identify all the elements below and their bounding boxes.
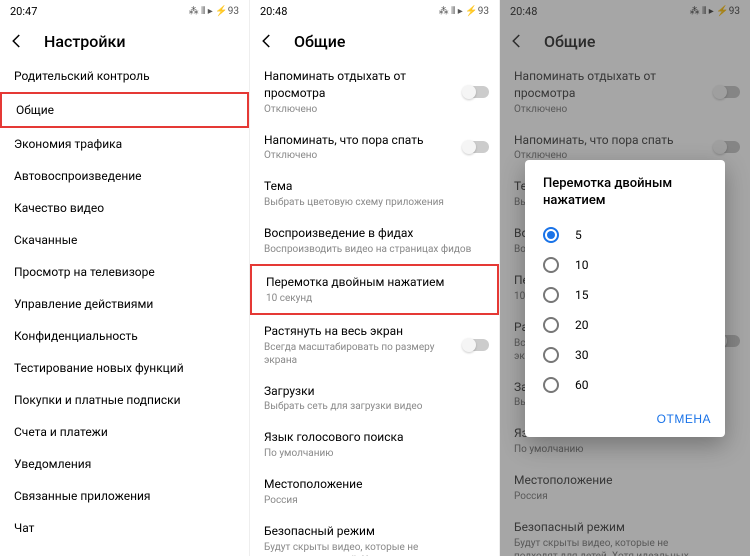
general-item[interactable]: Язык голосового поискаПо умолчанию: [250, 421, 499, 468]
settings-item[interactable]: Чат: [0, 512, 249, 544]
settings-item[interactable]: Уведомления: [0, 448, 249, 480]
status-icons: ⁂ ⫴ ▸ ⚡93: [189, 6, 239, 17]
item-subtitle: По умолчанию: [264, 447, 485, 460]
item-subtitle: Всегда масштабировать по размеру экрана: [264, 341, 455, 367]
settings-list: Родительский контроль Общие Экономия тра…: [0, 60, 249, 544]
general-item[interactable]: Напоминать, что пора спатьОтключено: [250, 124, 499, 171]
clock: 20:47: [10, 5, 37, 18]
radio-option[interactable]: 5: [525, 220, 725, 250]
settings-item[interactable]: Счета и платежи: [0, 416, 249, 448]
radio-option[interactable]: 60: [525, 370, 725, 400]
settings-item[interactable]: Родительский контроль: [0, 60, 249, 92]
item-subtitle: Россия: [264, 494, 485, 507]
status-bar: 20:47 ⁂ ⫴ ▸ ⚡93: [0, 0, 249, 22]
radio-option[interactable]: 20: [525, 310, 725, 340]
item-subtitle: Выбрать сеть для загрузки видео: [264, 400, 485, 413]
item-subtitle: Отключено: [264, 103, 455, 116]
dialog-title: Перемотка двойным нажатием: [525, 176, 725, 220]
page-title: Общие: [294, 32, 345, 51]
item-title: Тема: [264, 178, 485, 195]
header: Настройки: [0, 22, 249, 60]
settings-item[interactable]: Тестирование новых функций: [0, 352, 249, 384]
radio-icon: [543, 347, 559, 363]
general-item[interactable]: МестоположениеРоссия: [250, 468, 499, 515]
item-subtitle: 10 секунд: [266, 292, 483, 305]
radio-label: 10: [575, 258, 589, 272]
settings-item[interactable]: Качество видео: [0, 192, 249, 224]
item-title: Напоминать отдыхать от просмотра: [264, 68, 455, 102]
item-subtitle: Воспроизводить видео на страницах фидов: [264, 243, 485, 256]
settings-item[interactable]: Экономия трафика: [0, 128, 249, 160]
general-item[interactable]: ТемаВыбрать цветовую схему приложения: [250, 170, 499, 217]
screen-general-dialog: 20:48 ⁂ ⫴ ▸ ⚡93 Общие Напоминать отдыхат…: [500, 0, 750, 556]
settings-item[interactable]: Конфиденциальность: [0, 320, 249, 352]
radio-option[interactable]: 15: [525, 280, 725, 310]
toggle-switch[interactable]: [463, 141, 489, 153]
general-item[interactable]: Воспроизведение в фидахВоспроизводить ви…: [250, 217, 499, 264]
item-subtitle: Будут скрыты видео, которые не подходят …: [264, 541, 455, 556]
item-title: Безопасный режим: [264, 523, 455, 540]
settings-item-general[interactable]: Общие: [0, 92, 249, 128]
item-title: Напоминать, что пора спать: [264, 132, 455, 149]
general-item[interactable]: Растянуть на весь экранВсегда масштабиро…: [250, 315, 499, 375]
item-title: Растянуть на весь экран: [264, 323, 455, 340]
item-subtitle: Выбрать цветовую схему приложения: [264, 196, 485, 209]
clock: 20:48: [260, 5, 287, 18]
header: Общие: [250, 22, 499, 60]
item-title: Воспроизведение в фидах: [264, 225, 485, 242]
settings-item[interactable]: Скачанные: [0, 224, 249, 256]
cancel-button[interactable]: ОТМЕНА: [657, 412, 711, 426]
status-icons: ⁂ ⫴ ▸ ⚡93: [439, 6, 489, 17]
seek-dialog: Перемотка двойным нажатием 5 10 15 20 30 60 О…: [525, 160, 725, 437]
settings-item[interactable]: Просмотр на телевизоре: [0, 256, 249, 288]
radio-option[interactable]: 30: [525, 340, 725, 370]
back-icon[interactable]: [258, 32, 276, 50]
item-subtitle: Отключено: [264, 149, 455, 162]
settings-item[interactable]: Автовоспроизведение: [0, 160, 249, 192]
radio-icon: [543, 377, 559, 393]
item-title: Язык голосового поиска: [264, 429, 485, 446]
radio-label: 30: [575, 348, 589, 362]
general-list: Напоминать отдыхать от просмотраОтключен…: [250, 60, 499, 556]
settings-item[interactable]: Покупки и платные подписки: [0, 384, 249, 416]
screen-general: 20:48 ⁂ ⫴ ▸ ⚡93 Общие Напоминать отдыхат…: [250, 0, 500, 556]
general-item[interactable]: ЗагрузкиВыбрать сеть для загрузки видео: [250, 375, 499, 422]
radio-icon: [543, 257, 559, 273]
status-bar: 20:48 ⁂ ⫴ ▸ ⚡93: [250, 0, 499, 22]
radio-option[interactable]: 10: [525, 250, 725, 280]
item-title: Местоположение: [264, 476, 485, 493]
radio-label: 60: [575, 378, 589, 392]
item-title: Перемотка двойным нажатием: [266, 274, 483, 291]
radio-label: 20: [575, 318, 589, 332]
radio-label: 15: [575, 288, 589, 302]
radio-icon: [543, 227, 559, 243]
radio-label: 5: [575, 228, 582, 242]
settings-item[interactable]: Управление действиями: [0, 288, 249, 320]
toggle-switch[interactable]: [463, 339, 489, 351]
screen-settings: 20:47 ⁂ ⫴ ▸ ⚡93 Настройки Родительский к…: [0, 0, 250, 556]
radio-icon: [543, 317, 559, 333]
page-title: Настройки: [44, 32, 125, 51]
general-item[interactable]: Напоминать отдыхать от просмотраОтключен…: [250, 60, 499, 124]
toggle-switch[interactable]: [463, 86, 489, 98]
general-item[interactable]: Безопасный режимБудут скрыты видео, кото…: [250, 515, 499, 556]
radio-icon: [543, 287, 559, 303]
double-tap-seek-item[interactable]: Перемотка двойным нажатием10 секунд: [250, 264, 499, 315]
item-title: Загрузки: [264, 383, 485, 400]
settings-item[interactable]: Связанные приложения: [0, 480, 249, 512]
back-icon[interactable]: [8, 32, 26, 50]
